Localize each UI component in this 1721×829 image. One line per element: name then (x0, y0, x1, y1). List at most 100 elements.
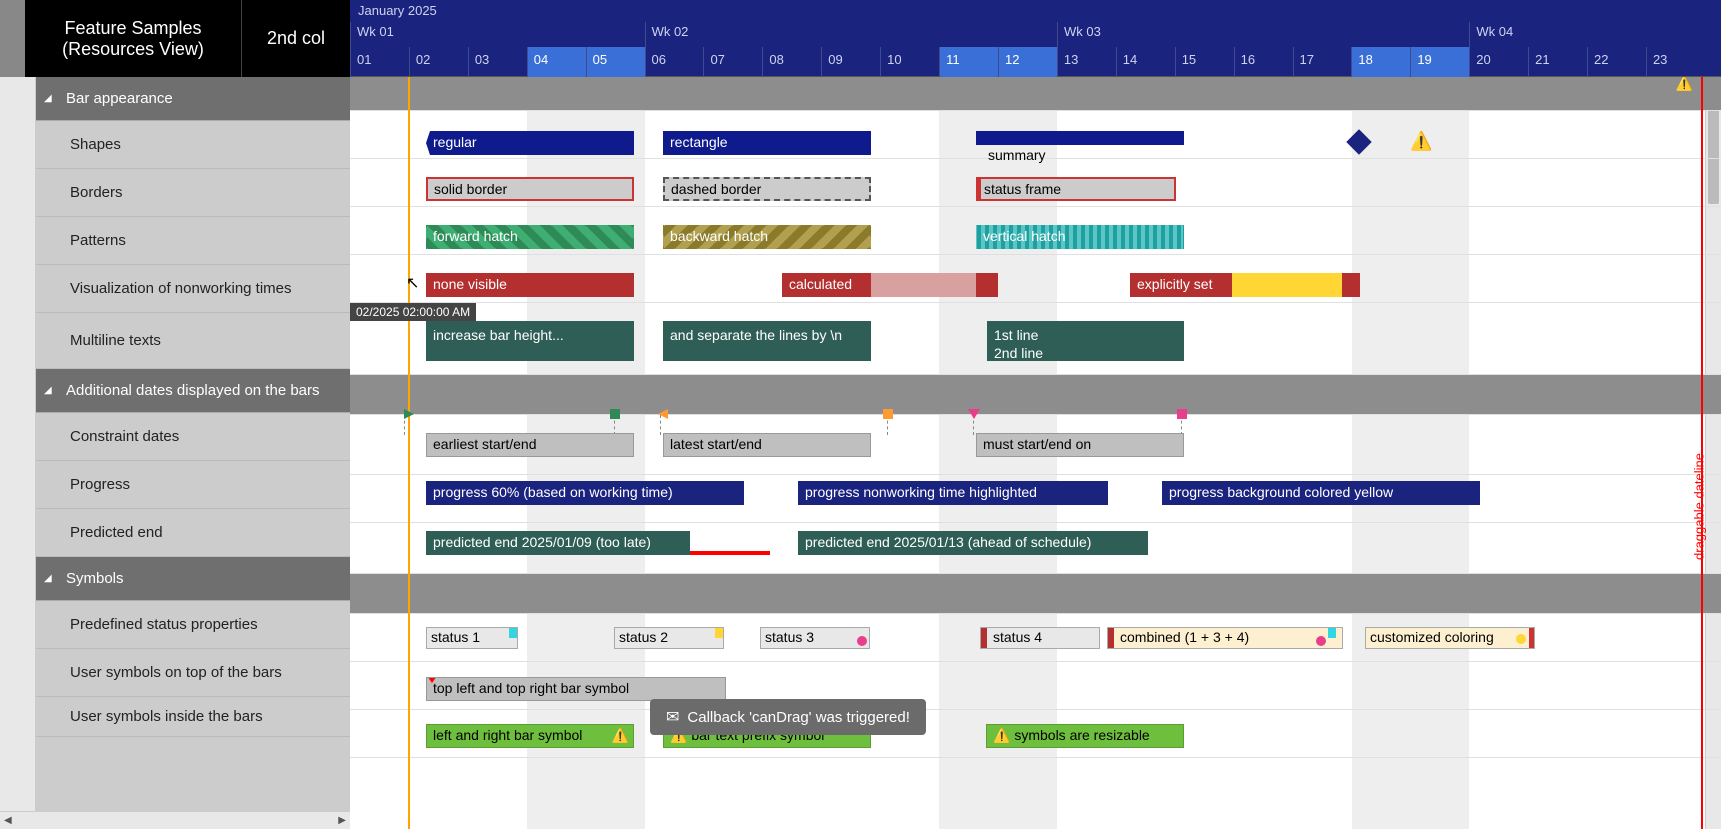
day-cell[interactable]: 22 (1587, 47, 1646, 77)
bar-predicted-b[interactable]: predicted end 2025/01/13 (ahead of sched… (798, 531, 1148, 555)
header-title-line1: Feature Samples (64, 18, 201, 39)
day-cell[interactable]: 21 (1528, 47, 1587, 77)
bar-status-custom[interactable]: customized coloring (1365, 627, 1535, 649)
bar-label: customized coloring (1370, 629, 1494, 645)
bar-solid-border[interactable]: solid border (426, 177, 634, 201)
envelope-icon (666, 707, 679, 727)
bar-nonworking-explicit[interactable]: explicitly set (1130, 273, 1232, 297)
day-cell[interactable]: 14 (1116, 47, 1175, 77)
left-h-scrollbar[interactable]: ◀ ▶ (0, 811, 350, 829)
tree-item-predicted[interactable]: Predicted end (36, 509, 350, 557)
tree-item-shapes[interactable]: Shapes (36, 121, 350, 169)
day-cell[interactable]: 13 (1057, 47, 1116, 77)
bar-rectangle[interactable]: rectangle (663, 131, 871, 155)
tree-item-nonworking[interactable]: Visualization of nonworking times (36, 265, 350, 313)
group-label: Bar appearance (66, 90, 173, 107)
week-cell[interactable]: Wk 01 (350, 22, 645, 47)
scroll-left-icon[interactable]: ◀ (4, 815, 12, 826)
group-bar-appearance[interactable]: Bar appearance (36, 77, 350, 121)
bar-vertical-hatch[interactable]: vertical hatch (976, 225, 1184, 249)
bar-nonworking-explicit-mid[interactable] (1232, 273, 1342, 297)
day-cell[interactable]: 20 (1469, 47, 1528, 77)
day-cell[interactable]: 04 (527, 47, 586, 77)
bar-user-symbol-in-c[interactable]: ⚠️ symbols are resizable (986, 724, 1184, 748)
tree-item-predefined-status[interactable]: Predefined status properties (36, 601, 350, 649)
bar-status-2[interactable]: status 2 (614, 627, 724, 649)
bar-user-symbol-top[interactable]: ✓ top left and top right bar symbol (426, 677, 726, 701)
day-cell[interactable]: 15 (1175, 47, 1234, 77)
day-cell[interactable]: 18 (1351, 47, 1410, 77)
scroll-right-icon[interactable]: ▶ (338, 815, 346, 826)
tree-item-multiline[interactable]: Multiline texts (36, 313, 350, 369)
now-dateline[interactable] (408, 77, 410, 829)
bar-status-1[interactable]: status 1 (426, 627, 518, 649)
day-cell[interactable]: 08 (762, 47, 821, 77)
week-cell[interactable]: Wk 03 (1057, 22, 1469, 47)
week-row: Wk 01Wk 02Wk 03Wk 04 (350, 22, 1721, 47)
group-label: Additional dates displayed on the bars (66, 382, 320, 399)
group-symbols[interactable]: Symbols (36, 557, 350, 601)
status-pink-dot-icon (1316, 636, 1326, 646)
bar-status-combined[interactable]: combined (1 + 3 + 4) (1107, 627, 1343, 649)
bar-progress-a[interactable]: progress 60% (based on working time) (426, 481, 744, 505)
status-pink-dot-icon (857, 636, 867, 646)
tree-item-constraint[interactable]: Constraint dates (36, 413, 350, 461)
chart-body[interactable]: ⚠️ draggable dateline ↖ 02/2025 02:00:00… (350, 77, 1721, 829)
resource-tree-panel: Feature Samples (Resources View) 2nd col… (0, 0, 350, 829)
milestone-warning-icon[interactable]: ⚠️ (1410, 131, 1432, 152)
bar-summary[interactable] (976, 131, 1184, 145)
warning-icon: ⚠️ (1676, 77, 1693, 92)
bar-nonworking-none[interactable]: none visible (426, 273, 634, 297)
bar-status-4[interactable]: status 4 (980, 627, 1100, 649)
bar-multiline-a[interactable]: increase bar height... (426, 321, 634, 361)
day-cell[interactable]: 05 (586, 47, 645, 77)
group-band (350, 77, 1721, 111)
day-cell[interactable]: 09 (821, 47, 880, 77)
tree-item-borders[interactable]: Borders (36, 169, 350, 217)
tree-item-user-symbols-top[interactable]: User symbols on top of the bars (36, 649, 350, 697)
day-cell[interactable]: 16 (1234, 47, 1293, 77)
bar-backward-hatch[interactable]: backward hatch (663, 225, 871, 249)
bar-nonworking-explicit-tail[interactable] (1342, 273, 1360, 297)
bar-status-3[interactable]: status 3 (760, 627, 870, 649)
week-cell[interactable]: Wk 04 (1469, 22, 1705, 47)
week-cell[interactable]: Wk 02 (645, 22, 1057, 47)
bar-label: status 1 (431, 629, 480, 645)
bar-progress-b[interactable]: progress nonworking time highlighted (798, 481, 1108, 505)
bar-nonworking-calc[interactable]: calculated (782, 273, 871, 297)
day-cell[interactable]: 03 (468, 47, 527, 77)
month-label: January 2025 (350, 0, 1721, 21)
bar-nonworking-calc-fade[interactable] (871, 273, 976, 297)
bar-user-symbol-in-a[interactable]: left and right bar symbol⚠️ (426, 724, 634, 748)
bar-nonworking-calc-tail[interactable] (976, 273, 998, 297)
tree-item-user-symbols-inside[interactable]: User symbols inside the bars (36, 697, 350, 737)
bar-progress-c[interactable]: progress background colored yellow (1162, 481, 1480, 505)
bar-constraint-a[interactable]: earliest start/end (426, 433, 634, 457)
bar-constraint-c[interactable]: must start/end on (976, 433, 1184, 457)
bar-multiline-c[interactable]: 1st line 2nd line (987, 321, 1184, 361)
day-cell[interactable]: 10 (880, 47, 939, 77)
bar-predicted-a[interactable]: predicted end 2025/01/09 (too late) (426, 531, 690, 555)
gantt-chart-panel: January 2025 Wk 01Wk 02Wk 03Wk 04 010203… (350, 0, 1721, 829)
group-additional-dates[interactable]: Additional dates displayed on the bars (36, 369, 350, 413)
custom-yellow-dot-icon (1516, 634, 1526, 644)
bar-status-frame[interactable]: status frame (976, 177, 1176, 201)
group-label: Symbols (66, 570, 124, 587)
bar-multiline-b[interactable]: and separate the lines by \n (663, 321, 871, 361)
tree-item-patterns[interactable]: Patterns (36, 217, 350, 265)
bar-dashed-border[interactable]: dashed border (663, 177, 871, 201)
day-cell[interactable]: 12 (998, 47, 1057, 77)
day-cell[interactable]: 06 (645, 47, 704, 77)
day-cell[interactable]: 17 (1293, 47, 1352, 77)
warning-icon: ⚠️ (612, 727, 629, 744)
bar-forward-hatch[interactable]: forward hatch (426, 225, 634, 249)
bar-regular[interactable]: regular (426, 131, 634, 155)
day-cell[interactable]: 02 (409, 47, 468, 77)
tree-item-progress[interactable]: Progress (36, 461, 350, 509)
bar-constraint-b[interactable]: latest start/end (663, 433, 871, 457)
day-cell[interactable]: 23 (1646, 47, 1705, 77)
day-cell[interactable]: 11 (939, 47, 998, 77)
day-cell[interactable]: 01 (350, 47, 409, 77)
day-cell[interactable]: 07 (703, 47, 762, 77)
day-cell[interactable]: 19 (1410, 47, 1469, 77)
